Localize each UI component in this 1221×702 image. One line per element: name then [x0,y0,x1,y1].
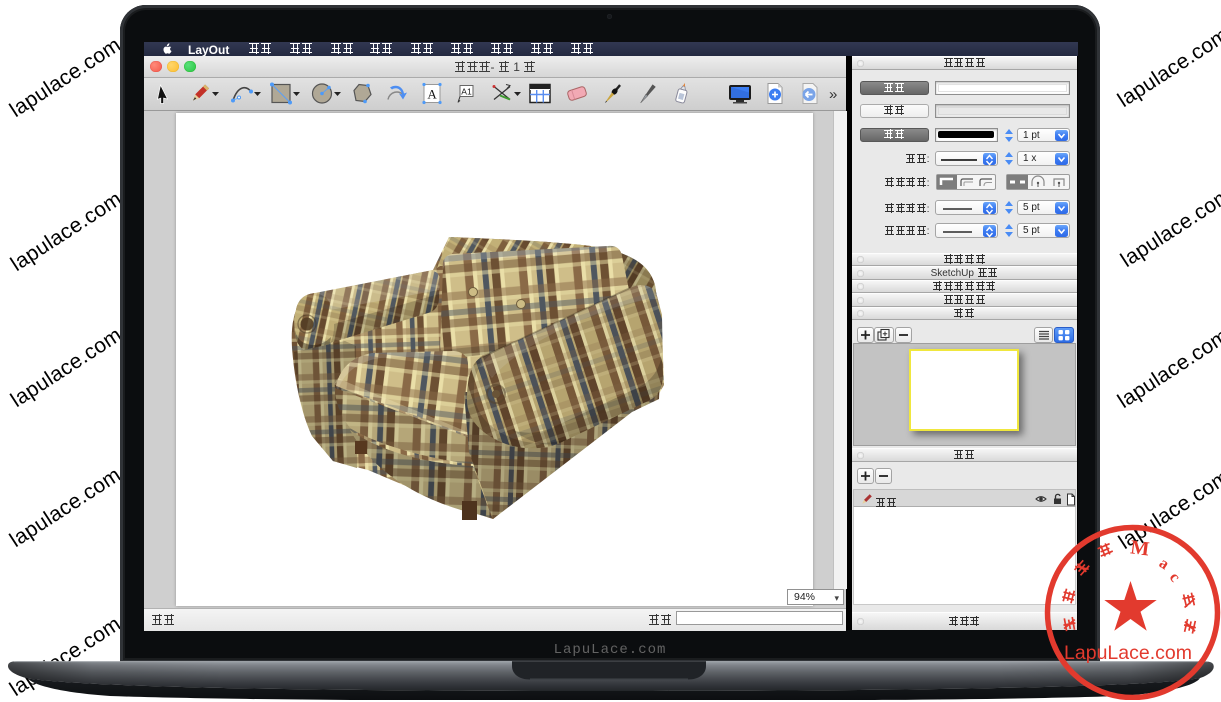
svg-text:A: A [427,87,437,102]
svg-text:a: a [1156,555,1172,574]
svg-text:LapuLace.com: LapuLace.com [1064,642,1192,664]
svg-text:A1: A1 [461,87,472,97]
svg-text:c: c [1166,569,1184,585]
svg-text:M: M [1129,536,1151,560]
svg-text:»: » [829,86,837,103]
